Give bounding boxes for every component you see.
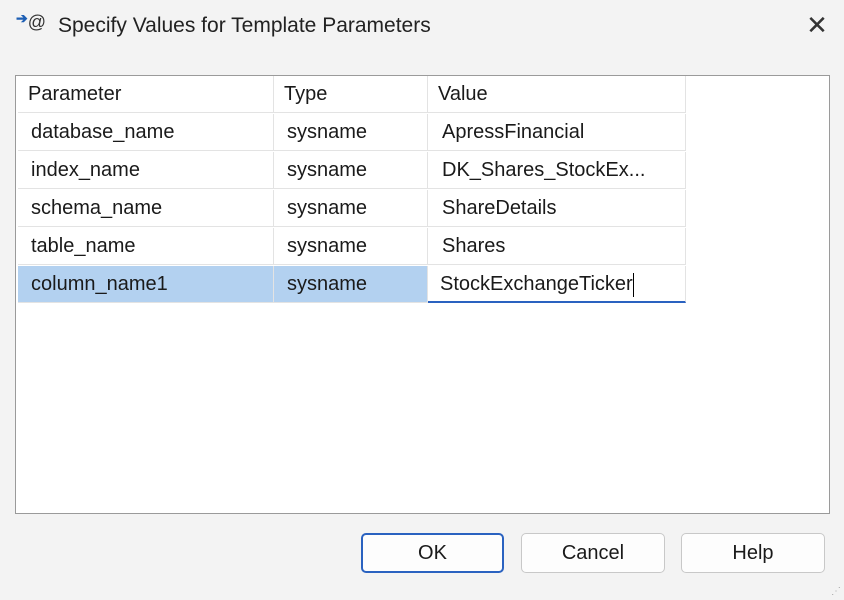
parameters-grid: Parameter Type Value database_name sysna…: [15, 75, 830, 514]
table-row[interactable]: table_name sysname Shares: [18, 228, 686, 265]
parameter-cell: database_name: [18, 114, 274, 151]
cancel-button[interactable]: Cancel: [521, 533, 665, 573]
template-parameter-icon: ➔@: [16, 10, 47, 32]
table-row[interactable]: index_name sysname DK_Shares_StockEx...: [18, 152, 686, 189]
close-button[interactable]: ✕: [800, 8, 834, 42]
parameter-cell: schema_name: [18, 190, 274, 227]
table-row[interactable]: schema_name sysname ShareDetails: [18, 190, 686, 227]
type-cell: sysname: [274, 152, 428, 189]
value-text: StockExchangeTicker: [440, 273, 633, 295]
type-cell: sysname: [274, 228, 428, 265]
type-cell: sysname: [274, 266, 428, 303]
value-cell[interactable]: ShareDetails: [428, 190, 686, 227]
type-cell: sysname: [274, 114, 428, 151]
dialog-title: Specify Values for Template Parameters: [58, 14, 431, 37]
column-header-parameter[interactable]: Parameter: [18, 76, 274, 113]
value-cell[interactable]: Shares: [428, 228, 686, 265]
table-row-selected[interactable]: column_name1 sysname StockExchangeTicker: [18, 266, 686, 303]
grid-header: Parameter Type Value: [18, 76, 686, 113]
column-header-value[interactable]: Value: [428, 76, 686, 113]
resize-grip-icon[interactable]: ⋰: [831, 586, 841, 597]
value-edit-input[interactable]: StockExchangeTicker: [428, 266, 686, 303]
parameter-cell: column_name1: [18, 266, 274, 303]
column-header-type[interactable]: Type: [274, 76, 428, 113]
parameter-cell: index_name: [18, 152, 274, 189]
type-cell: sysname: [274, 190, 428, 227]
text-caret: [632, 272, 634, 297]
value-cell[interactable]: DK_Shares_StockEx...: [428, 152, 686, 189]
value-cell[interactable]: ApressFinancial: [428, 114, 686, 151]
ok-button[interactable]: OK: [361, 533, 504, 573]
help-button[interactable]: Help: [681, 533, 825, 573]
parameter-cell: table_name: [18, 228, 274, 265]
table-row[interactable]: database_name sysname ApressFinancial: [18, 114, 686, 151]
